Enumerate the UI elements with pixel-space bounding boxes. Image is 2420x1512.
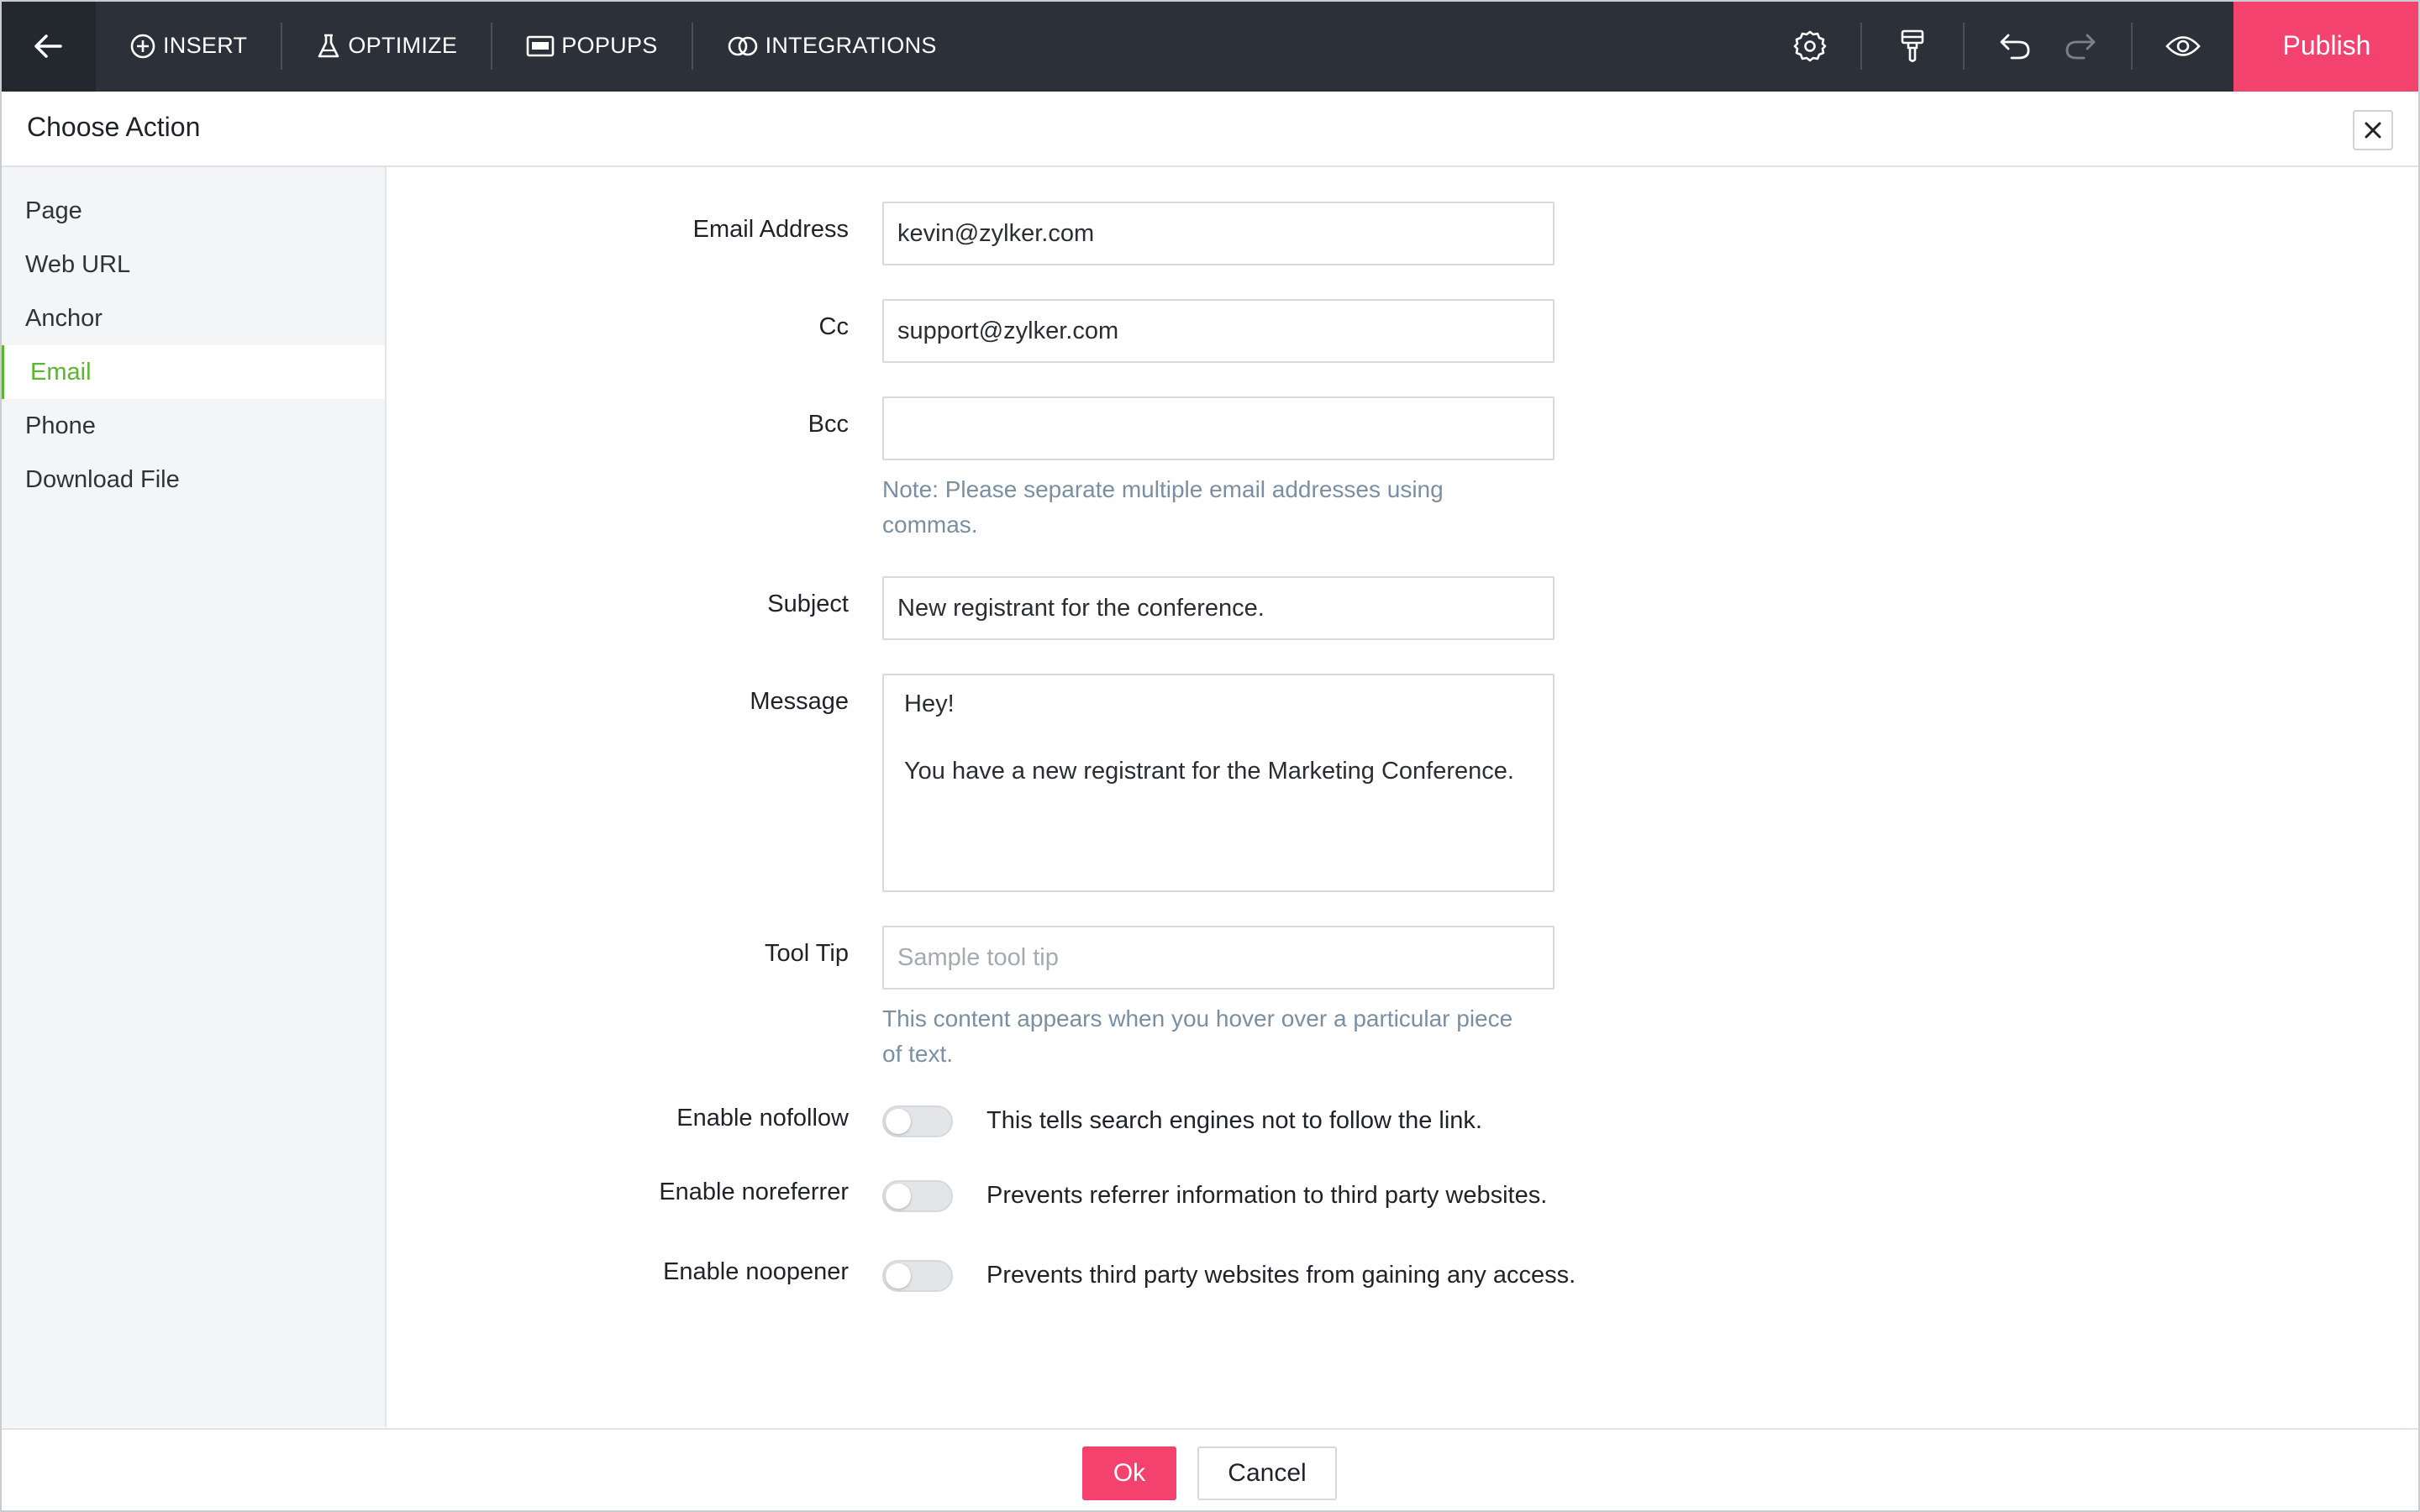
tooltip-input[interactable]: Sample tool tip	[882, 926, 1555, 990]
cancel-button[interactable]: Cancel	[1197, 1446, 1337, 1500]
noreferrer-description: Prevents referrer information to third p…	[986, 1182, 1548, 1209]
integrations-icon	[728, 36, 757, 55]
subject-input[interactable]: New registrant for the conference.	[882, 576, 1555, 640]
insert-menu[interactable]: INSERT	[96, 0, 281, 92]
optimize-label: OPTIMIZE	[348, 33, 458, 58]
optimize-menu[interactable]: OPTIMIZE	[282, 0, 491, 92]
preview-button[interactable]	[2158, 21, 2208, 71]
popups-menu[interactable]: POPUPS	[492, 0, 691, 92]
integrations-label: INTEGRATIONS	[765, 33, 937, 58]
toggle-knob	[886, 1109, 911, 1134]
bcc-note: Note: Please separate multiple email add…	[882, 476, 1444, 538]
eye-icon	[2165, 35, 2201, 56]
tool-divider	[1860, 22, 1862, 70]
tool-divider	[2131, 22, 2133, 70]
top-toolbar: INSERT OPTIMIZE POPUPS INTEGRATIONS Publ…	[0, 0, 2420, 92]
undo-button[interactable]	[1990, 21, 2040, 71]
popup-icon	[526, 35, 555, 56]
noopener-toggle[interactable]	[882, 1260, 953, 1292]
flask-icon	[318, 34, 339, 57]
insert-label: INSERT	[163, 33, 248, 58]
nofollow-toggle[interactable]	[882, 1105, 953, 1137]
sidebar-item-web-url[interactable]: Web URL	[0, 238, 385, 291]
nofollow-description: This tells search engines not to follow …	[986, 1107, 1482, 1134]
message-label: Message	[750, 688, 849, 715]
close-icon	[2365, 122, 2381, 139]
dialog-title: Choose Action	[27, 112, 201, 142]
ok-button[interactable]: Ok	[1082, 1446, 1176, 1500]
sidebar-item-anchor[interactable]: Anchor	[0, 291, 385, 345]
email-address-label: Email Address	[692, 216, 849, 243]
message-textarea[interactable]: Hey! You have a new registrant for the M…	[882, 674, 1555, 892]
noreferrer-toggle[interactable]	[882, 1180, 953, 1212]
subject-label: Subject	[767, 591, 849, 617]
tool-divider	[1963, 22, 1965, 70]
redo-icon	[2065, 34, 2096, 59]
back-button[interactable]	[0, 0, 96, 92]
plus-circle-icon	[130, 34, 155, 58]
action-type-sidebar: Page Web URL Anchor Email Phone Download…	[0, 167, 387, 1427]
paint-brush-icon	[1901, 29, 1924, 62]
sidebar-item-phone[interactable]: Phone	[0, 399, 385, 453]
bcc-label: Bcc	[808, 411, 849, 438]
bcc-input[interactable]	[882, 396, 1555, 460]
tooltip-note: This content appears when you hover over…	[882, 1005, 1513, 1067]
cc-label: Cc	[818, 313, 849, 340]
settings-button[interactable]	[1785, 21, 1835, 71]
cc-input[interactable]: support@zylker.com	[882, 299, 1555, 363]
sidebar-item-page[interactable]: Page	[0, 184, 385, 238]
sidebar-item-download-file[interactable]: Download File	[0, 453, 385, 507]
arrow-left-icon	[34, 34, 62, 58]
theme-button[interactable]	[1887, 21, 1938, 71]
toggle-knob	[886, 1184, 911, 1209]
popups-label: POPUPS	[561, 33, 658, 58]
undo-icon	[2000, 34, 2030, 59]
integrations-menu[interactable]: INTEGRATIONS	[693, 0, 971, 92]
noreferrer-label: Enable noreferrer	[659, 1179, 849, 1205]
sidebar-item-email[interactable]: Email	[0, 345, 385, 399]
toggle-knob	[886, 1263, 911, 1289]
nofollow-label: Enable nofollow	[676, 1105, 849, 1131]
redo-button[interactable]	[2055, 21, 2106, 71]
noopener-label: Enable noopener	[663, 1258, 849, 1285]
publish-button[interactable]: Publish	[2233, 0, 2420, 92]
noopener-description: Prevents third party websites from gaini…	[986, 1262, 1576, 1289]
gear-icon	[1793, 30, 1827, 61]
toolbar-tools	[1785, 0, 2233, 92]
dialog-footer: Ok Cancel	[0, 1428, 2420, 1512]
close-button[interactable]	[2353, 110, 2393, 150]
email-address-input[interactable]: kevin@zylker.com	[882, 202, 1555, 265]
main-nav: INSERT OPTIMIZE POPUPS INTEGRATIONS	[96, 0, 971, 92]
dialog-header: Choose Action	[0, 92, 2420, 167]
tooltip-label: Tool Tip	[765, 940, 849, 967]
